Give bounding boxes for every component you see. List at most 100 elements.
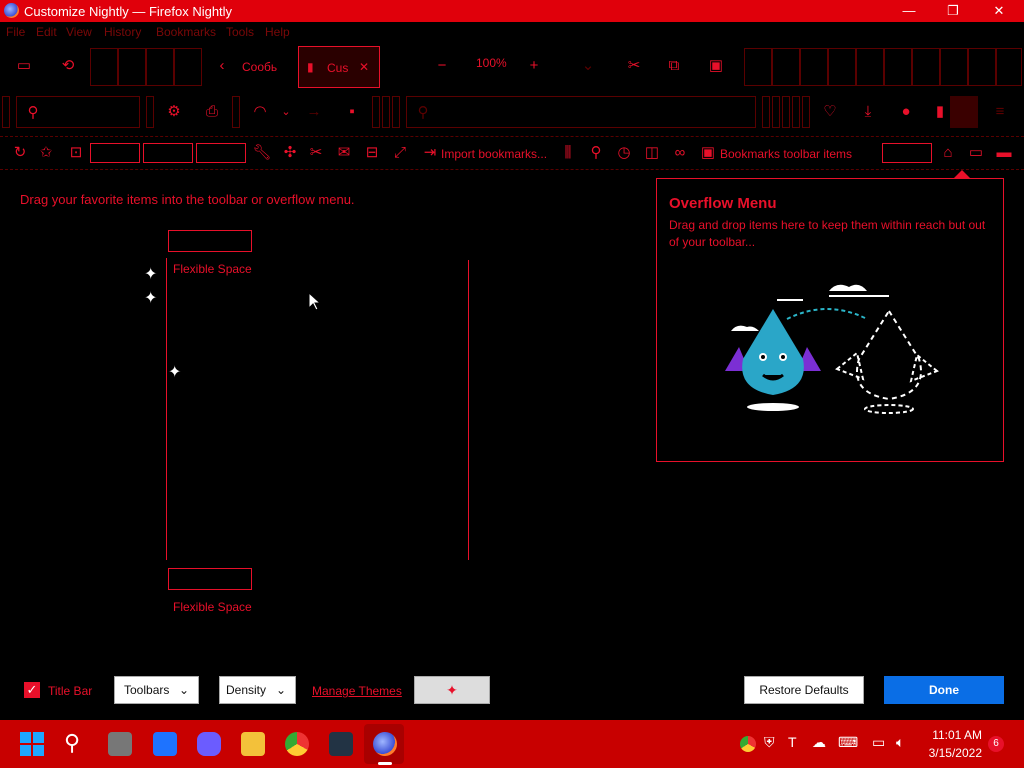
download-icon[interactable]: ⤓ bbox=[858, 102, 878, 122]
search-icon[interactable]: ⚲ bbox=[64, 730, 80, 756]
teams-tray-icon[interactable]: T bbox=[788, 734, 797, 750]
import-bookmarks-label[interactable]: Import bookmarks... bbox=[441, 147, 547, 161]
unicorn-icon: ✦ bbox=[144, 266, 158, 283]
url-bar[interactable]: ⚲ bbox=[406, 96, 756, 128]
done-button[interactable]: Done bbox=[884, 676, 1004, 704]
email-icon[interactable]: ✉ bbox=[334, 143, 354, 163]
home-icon[interactable]: ⌂ bbox=[938, 143, 958, 163]
wrench-icon[interactable]: 🔧︎ bbox=[252, 143, 272, 163]
notification-badge[interactable]: 6 bbox=[988, 736, 1004, 752]
menu-bookmarks[interactable]: Bookmarks bbox=[156, 25, 216, 39]
theme-preview-button[interactable]: ✦ bbox=[414, 676, 490, 704]
forward-arrow-icon[interactable]: → bbox=[304, 102, 324, 122]
empty-slot bbox=[90, 48, 118, 86]
mouse-cursor-icon bbox=[308, 292, 322, 311]
hamburger-menu-icon[interactable]: ≡ bbox=[990, 102, 1010, 122]
task-view-icon[interactable] bbox=[108, 732, 132, 756]
account-icon[interactable]: ● bbox=[896, 102, 916, 122]
print-icon[interactable]: ⎙ bbox=[202, 102, 222, 122]
home-star-icon[interactable]: ✩ bbox=[36, 143, 56, 163]
search-icon: ⚲ bbox=[27, 104, 39, 121]
screenshot-icon[interactable]: ✂ bbox=[306, 143, 326, 163]
menu-file[interactable]: File bbox=[6, 25, 25, 39]
history-icon[interactable]: ⟲ bbox=[58, 56, 78, 76]
dragon-illustration bbox=[725, 284, 939, 414]
chevron-down-icon[interactable]: ⌄ bbox=[578, 56, 598, 76]
tab-label[interactable]: Сообь bbox=[242, 60, 277, 74]
import-icon[interactable]: ⇥ bbox=[420, 143, 440, 163]
toolbars-dropdown[interactable]: Toolbars ⌄ bbox=[114, 676, 199, 704]
shield-icon[interactable]: ⛨ bbox=[764, 734, 775, 751]
teams-chat-icon[interactable] bbox=[197, 732, 221, 756]
clock-icon[interactable]: ◷ bbox=[614, 143, 634, 163]
zoom-out-icon[interactable]: − bbox=[432, 56, 452, 76]
sidebar-icon[interactable]: ◫ bbox=[642, 143, 662, 163]
empty-item bbox=[196, 143, 246, 163]
widgets-icon[interactable] bbox=[153, 732, 177, 756]
cloud-icon[interactable]: ☁ bbox=[812, 734, 826, 751]
bookmarks-toolbar-items-label[interactable]: Bookmarks toolbar items bbox=[720, 147, 852, 161]
search-box[interactable]: ⚲ bbox=[16, 96, 140, 128]
volume-icon[interactable]: 🔈︎ bbox=[896, 734, 904, 751]
folder-icon[interactable]: ⊡ bbox=[66, 143, 86, 163]
search-icon: ⚲ bbox=[417, 104, 429, 121]
spacer bbox=[2, 96, 10, 128]
spacer bbox=[392, 96, 400, 128]
menu-help[interactable]: Help bbox=[265, 25, 290, 39]
save-icon[interactable]: ▪ bbox=[342, 102, 362, 122]
reload-icon[interactable]: ↻ bbox=[10, 143, 30, 163]
solitaire-icon[interactable] bbox=[329, 732, 353, 756]
file-explorer-icon[interactable] bbox=[241, 732, 265, 756]
overflow-menu-panel[interactable]: Overflow Menu Drag and drop items here t… bbox=[656, 178, 1004, 462]
menu-edit[interactable]: Edit bbox=[36, 25, 57, 39]
puzzle-icon[interactable]: ✣ bbox=[280, 143, 300, 163]
library-icon[interactable]: ⫼ bbox=[558, 143, 578, 163]
bookmarks-toolbar: ↻ ✩ ⊡ 🔧︎ ✣ ✂ ✉ ⊟ ⤢ ⇥ Import bookmarks...… bbox=[0, 136, 1024, 170]
pocket-icon[interactable]: ♡ bbox=[820, 102, 840, 122]
density-dropdown[interactable]: Density ⌄ bbox=[219, 676, 296, 704]
chrome-tray-icon[interactable] bbox=[740, 736, 756, 752]
restore-defaults-button[interactable]: Restore Defaults bbox=[744, 676, 864, 704]
windows-start-icon[interactable] bbox=[20, 732, 44, 756]
zoom-level[interactable]: 100% bbox=[476, 56, 507, 70]
copy-icon[interactable]: ⧉ bbox=[664, 56, 684, 76]
firefox-nightly-icon[interactable] bbox=[373, 732, 397, 756]
chat-icon[interactable]: ▬ bbox=[994, 143, 1014, 163]
mask-icon[interactable]: ∞ bbox=[670, 143, 690, 163]
chrome-icon[interactable] bbox=[285, 732, 309, 756]
headphones-icon[interactable]: ◠ bbox=[250, 102, 270, 122]
flexible-space-item[interactable] bbox=[168, 568, 252, 590]
network-icon[interactable]: ▭ bbox=[872, 734, 885, 751]
extension-slot[interactable] bbox=[950, 96, 978, 128]
titlebar-checkbox[interactable]: ✓ bbox=[24, 682, 40, 698]
menu-tools[interactable]: Tools bbox=[226, 25, 254, 39]
chevron-left-icon[interactable]: ‹ bbox=[212, 56, 232, 76]
empty-slot bbox=[800, 48, 828, 86]
flexible-space-item[interactable] bbox=[168, 230, 252, 252]
folder-open-icon[interactable]: ⊟ bbox=[362, 143, 382, 163]
menu-view[interactable]: View bbox=[66, 25, 92, 39]
resize-icon[interactable]: ⤢ bbox=[390, 143, 410, 163]
keyboard-icon[interactable]: ⌨ bbox=[838, 734, 858, 751]
cut-icon[interactable]: ✂ bbox=[624, 56, 644, 76]
active-tab[interactable]: ▮ Cus ✕ bbox=[298, 46, 380, 88]
empty-item bbox=[90, 143, 140, 163]
density-label: Density bbox=[226, 683, 267, 697]
close-window-button[interactable]: ✕ bbox=[976, 0, 1022, 22]
window-icon[interactable]: ▭ bbox=[966, 143, 986, 163]
chevron-down-icon[interactable]: ⌄ bbox=[276, 102, 296, 122]
zoom-in-icon[interactable]: + bbox=[524, 56, 544, 76]
spacer bbox=[232, 96, 240, 128]
minimize-button[interactable]: — bbox=[886, 0, 932, 22]
clock-time[interactable]: 11:01 AM bbox=[922, 728, 982, 742]
clock-date[interactable]: 3/15/2022 bbox=[922, 746, 982, 760]
window-icon[interactable]: ▭ bbox=[14, 56, 34, 76]
search-icon[interactable]: ⚲ bbox=[586, 143, 606, 163]
tab-close-icon[interactable]: ✕ bbox=[359, 60, 369, 74]
extension-icon[interactable]: ▮ bbox=[930, 102, 950, 122]
gear-icon[interactable]: ⚙ bbox=[164, 102, 184, 122]
manage-themes-link[interactable]: Manage Themes bbox=[312, 684, 402, 698]
menu-history[interactable]: History bbox=[104, 25, 141, 39]
paste-icon[interactable]: ▣ bbox=[706, 56, 726, 76]
maximize-button[interactable]: ❐ bbox=[930, 0, 976, 22]
